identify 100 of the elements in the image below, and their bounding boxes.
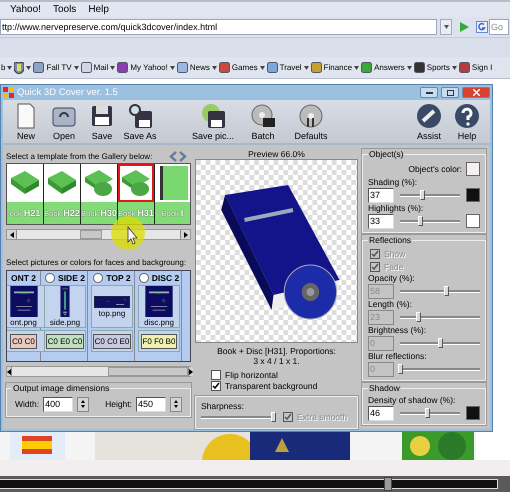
toolbar-button[interactable]: Help [448,100,486,143]
toolbar-link[interactable]: Sign I [458,62,492,73]
window-title: Quick 3D Cover ver. 1.5 [17,87,119,98]
caret-icon [26,66,32,70]
radio-button[interactable] [138,272,149,282]
file-name: top.png [98,308,126,318]
color-card[interactable]: F0 F0 B0 [138,330,180,352]
caret-icon [260,66,265,70]
toolbar-link[interactable]: Travel [266,62,309,73]
menu-item[interactable]: Help [88,4,109,15]
toolbar-link[interactable]: Answers [361,62,412,73]
radio-button[interactable] [45,272,56,282]
value-field[interactable]: 46 [368,406,394,420]
maximize-button[interactable] [441,87,459,98]
color-card[interactable]: C0 C0 [7,330,44,352]
group-title: Object(s) [368,149,404,159]
slider-thumb[interactable] [271,412,276,422]
value-field[interactable]: 33 [368,214,394,228]
face-title: SIDE 2 [58,272,85,282]
dropdown-button[interactable] [440,19,452,35]
slider-track[interactable] [400,363,480,375]
spinner-buttons[interactable] [77,396,90,412]
arrow-left-icon[interactable] [10,232,14,238]
image-card[interactable]: disc.png [138,285,180,328]
checkbox[interactable] [211,381,221,392]
caret-icon [304,66,309,70]
color-swatch[interactable] [466,162,480,176]
arrow-right-icon[interactable] [184,232,188,238]
square-icon [266,62,278,73]
square-icon [310,62,322,73]
slider-label: Opacity (%): [368,273,415,283]
search-field[interactable]: Go [489,19,509,35]
toolbar-link[interactable]: Fall TV [33,62,79,73]
caret-icon [74,66,79,70]
sphere-icon [416,102,442,128]
scrollbar-thumb[interactable] [108,367,188,376]
slider-track[interactable] [400,311,480,323]
slider-track[interactable] [400,189,460,201]
arrow-right-icon[interactable] [189,368,193,374]
slider-track[interactable] [400,407,460,419]
toolbar-button[interactable]: New [7,100,45,143]
menu-item[interactable]: Tools [52,4,76,15]
color-swatch: C0 C0 [10,334,37,348]
value-field[interactable]: 37 [368,188,394,202]
image-card[interactable]: side.png [44,285,86,328]
seek-thumb[interactable] [384,477,392,491]
toolbar-link[interactable]: Games [218,62,265,73]
horizontal-scrollbar[interactable] [6,366,191,377]
image-card[interactable]: top.png [91,285,133,328]
toolbar-button[interactable]: Batch [239,100,287,143]
minimize-button[interactable] [420,87,438,98]
slider-thumb[interactable] [418,216,423,226]
square-icon [218,62,230,73]
shield-button[interactable] [14,62,32,74]
image-card[interactable]: ont.png [7,285,44,328]
slider-track[interactable] [201,411,273,424]
checkbox-label: Flip horizontal [225,370,278,380]
slider-track[interactable] [400,285,480,297]
toolbar-button[interactable]: Save As [121,100,159,143]
color-card[interactable]: C0 E0 C0 [44,330,86,352]
close-button[interactable] [462,87,490,98]
color-swatch[interactable] [466,406,480,420]
checkbox[interactable] [211,370,221,380]
toolbar-link[interactable]: My Yahoo! [117,62,175,73]
spinner-buttons[interactable] [170,396,182,412]
radio-button[interactable] [93,272,104,282]
menu-item[interactable]: Yahoo! [10,4,41,15]
toolbar-button[interactable]: Open [45,100,83,143]
height-label: Height: [105,399,132,409]
toolbar-menu[interactable]: b [1,63,12,72]
address-field[interactable]: ttp://www.nervepreserve.com/quick3dcover/index.html [0,19,437,35]
color-swatch: F0 F0 B0 [140,334,178,348]
width-field[interactable]: 400 [43,396,74,412]
toolbar-link[interactable]: Finance [310,62,360,73]
scrollbar-thumb[interactable] [80,230,102,239]
toolbar-link[interactable]: News [176,62,217,73]
slider-track[interactable] [400,337,480,349]
color-card[interactable]: C0 C0 E0 [91,330,133,352]
cursor-highlight-icon [110,215,146,251]
toolbar-link[interactable]: Sports [414,62,457,73]
group-title: Shadow [368,383,401,393]
toolbar-button[interactable]: Save [83,100,121,143]
width-label: Width: [14,399,40,409]
color-swatch: C0 E0 C0 [46,334,84,348]
g-logo-icon[interactable] [476,21,488,33]
toolbar-link[interactable]: Mail [80,62,116,73]
slider-thumb[interactable] [420,190,426,200]
color-swatch[interactable] [466,214,480,228]
toolbar-button[interactable]: Save pic... [187,100,239,143]
height-field[interactable]: 450 [136,396,166,412]
toolbar-button[interactable]: Defaults [287,100,335,143]
seek-bar[interactable] [0,479,498,489]
slider-thumb[interactable] [425,408,430,418]
floppy-magnifier-icon [127,102,153,128]
slider-track[interactable] [400,215,460,227]
color-swatch[interactable] [466,188,480,202]
file-name: ont.png [10,318,37,327]
arrow-left-icon[interactable] [7,368,11,374]
toolbar-button[interactable]: Assist [410,100,448,143]
square-icon [458,62,470,73]
